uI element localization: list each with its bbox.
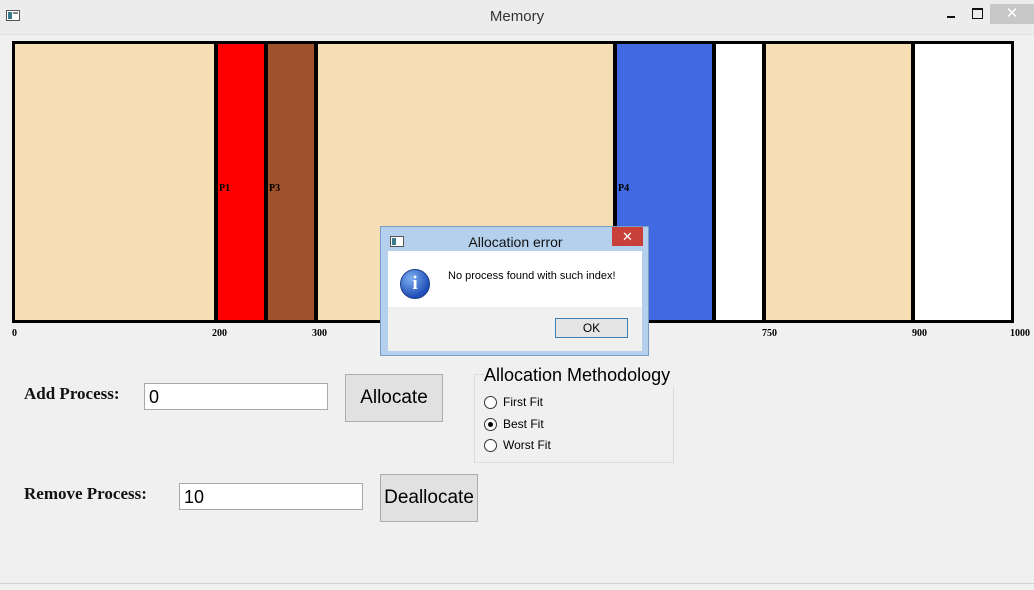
allocate-button[interactable]: Allocate [345, 374, 443, 422]
radio-label: First Fit [503, 395, 543, 409]
minimize-button[interactable] [938, 4, 964, 24]
add-process-input[interactable]: 0 [144, 383, 328, 410]
process-label: P4 [618, 183, 630, 194]
deallocate-button[interactable]: Deallocate [380, 474, 478, 522]
info-icon: i [400, 269, 430, 299]
close-icon: ✕ [1005, 5, 1019, 22]
memory-block: P1 [214, 44, 264, 320]
remove-process-input[interactable]: 10 [179, 483, 363, 510]
axis-tick-label: 0 [12, 328, 17, 339]
radio-circle[interactable] [484, 439, 497, 452]
window-titlebar: Memory ✕ [0, 0, 1034, 35]
memory-block [712, 44, 762, 320]
maximize-icon [972, 8, 983, 19]
dialog-message: No process found with such index! [448, 270, 616, 282]
axis-tick-label: 750 [762, 328, 777, 339]
axis-tick-label: 900 [912, 328, 927, 339]
add-process-label: Add Process: [24, 384, 120, 403]
divider [0, 583, 1034, 584]
memory-block [911, 44, 1011, 320]
memory-block: P3 [264, 44, 314, 320]
window-title: Memory [489, 8, 545, 25]
allocation-error-dialog: Allocation error ✕ i No process found wi… [380, 226, 649, 356]
dialog-title: Allocation error [468, 234, 563, 250]
axis-tick-label: 300 [312, 328, 327, 339]
radio-circle[interactable] [484, 418, 497, 431]
axis-tick-label: 1000 [1010, 328, 1030, 339]
radio-label: Worst Fit [503, 438, 551, 452]
process-label: P3 [269, 183, 281, 194]
close-button[interactable]: ✕ [990, 4, 1034, 24]
axis-tick-label: 200 [212, 328, 227, 339]
maximize-button[interactable] [964, 4, 990, 24]
memory-block [15, 44, 214, 320]
process-label: P1 [219, 183, 231, 194]
dialog-body: i No process found with such index! [388, 251, 642, 307]
remove-process-label: Remove Process: [24, 484, 147, 503]
dialog-footer: OK [388, 307, 642, 351]
minimize-icon [947, 16, 955, 18]
methodology-title: Allocation Methodology [484, 365, 674, 387]
close-icon: ✕ [622, 229, 633, 244]
radio-circle[interactable] [484, 396, 497, 409]
ok-button[interactable]: OK [555, 318, 628, 338]
dialog-close-button[interactable]: ✕ [612, 227, 643, 246]
radio-label: Best Fit [503, 417, 544, 431]
memory-block [762, 44, 911, 320]
